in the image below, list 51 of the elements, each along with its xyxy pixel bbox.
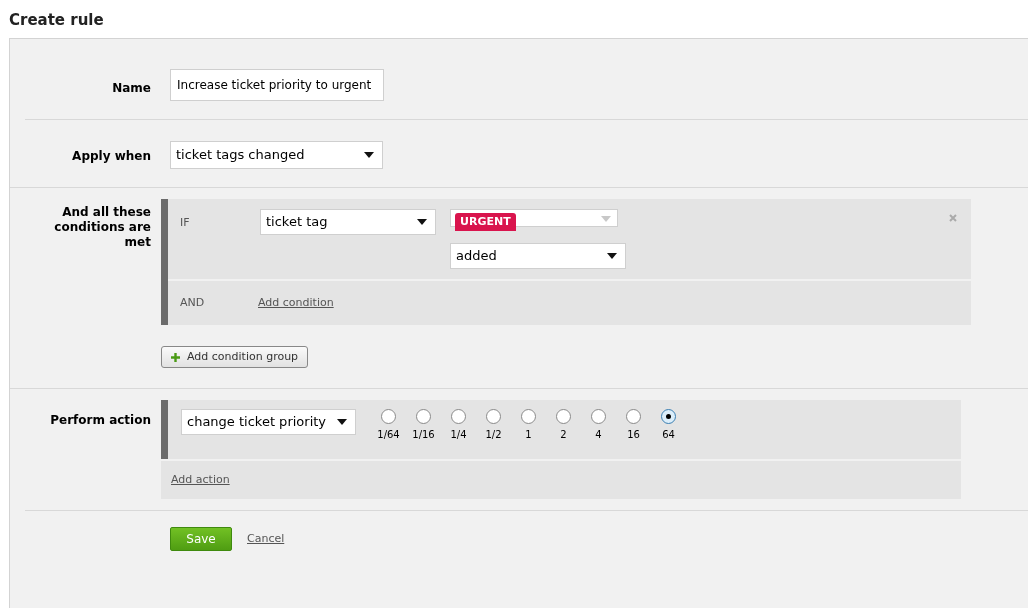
radio-button[interactable] <box>626 409 641 424</box>
operator-dropdown[interactable]: added <box>450 243 626 269</box>
radio-label: 16 <box>627 428 640 442</box>
caret-icon <box>607 253 617 259</box>
cancel-link[interactable]: Cancel <box>247 530 285 548</box>
radio-button[interactable] <box>451 409 466 424</box>
close-icon[interactable] <box>949 214 957 222</box>
radio-button[interactable] <box>556 409 571 424</box>
radio-label: 64 <box>662 428 675 442</box>
radio-button[interactable] <box>661 409 676 424</box>
caret-icon <box>337 419 347 425</box>
radio-button[interactable] <box>416 409 431 424</box>
priority-radio-option[interactable]: 1 <box>511 409 546 459</box>
priority-radio-option[interactable]: 4 <box>581 409 616 459</box>
condition-field-dropdown[interactable]: ticket tag <box>260 209 436 235</box>
field-label: Name <box>112 81 151 96</box>
radio-label: 2 <box>560 428 567 442</box>
radio-label: 1 <box>525 428 532 442</box>
priority-radio-option[interactable]: 1/4 <box>441 409 476 459</box>
add-condition-group-button[interactable]: Add condition group <box>161 346 309 368</box>
priority-radio-option[interactable]: 1/2 <box>476 409 511 459</box>
radio-button[interactable] <box>486 409 501 424</box>
priority-radio-option[interactable]: 64 <box>651 409 686 459</box>
name-input[interactable]: Increase ticket priority to urgent <box>170 69 384 101</box>
radio-label: 1/64 <box>377 428 400 442</box>
plus-icon <box>171 352 180 362</box>
urgent-tag: URGENT <box>455 213 516 231</box>
radio-label: 1/2 <box>485 428 502 442</box>
field-label: And all these conditions are met <box>53 205 151 250</box>
priority-radio-option[interactable]: 2 <box>546 409 581 459</box>
action-dropdown[interactable]: change ticket priority <box>181 409 356 435</box>
radio-button[interactable] <box>521 409 536 424</box>
caret-icon <box>417 219 427 225</box>
priority-radio-option[interactable]: 1/64 <box>371 409 406 459</box>
and-label: AND <box>180 294 206 311</box>
caret-icon <box>601 216 611 222</box>
caret-icon <box>364 152 374 158</box>
add-action-link[interactable]: Add action <box>171 471 230 489</box>
radio-label: 1/16 <box>412 428 435 442</box>
if-label: IF <box>180 215 191 231</box>
page-title: Create rule <box>9 10 104 31</box>
add-condition-link[interactable]: Add condition <box>258 294 334 312</box>
radio-button[interactable] <box>381 409 396 424</box>
priority-radio-option[interactable]: 16 <box>616 409 651 459</box>
field-label: Apply when <box>72 149 151 164</box>
radio-button[interactable] <box>591 409 606 424</box>
apply-when-dropdown[interactable]: ticket tags changed <box>170 141 383 169</box>
field-label: Perform action <box>50 413 151 428</box>
radio-label: 4 <box>595 428 602 442</box>
radio-label: 1/4 <box>450 428 467 442</box>
priority-radio-option[interactable]: 1/16 <box>406 409 441 459</box>
